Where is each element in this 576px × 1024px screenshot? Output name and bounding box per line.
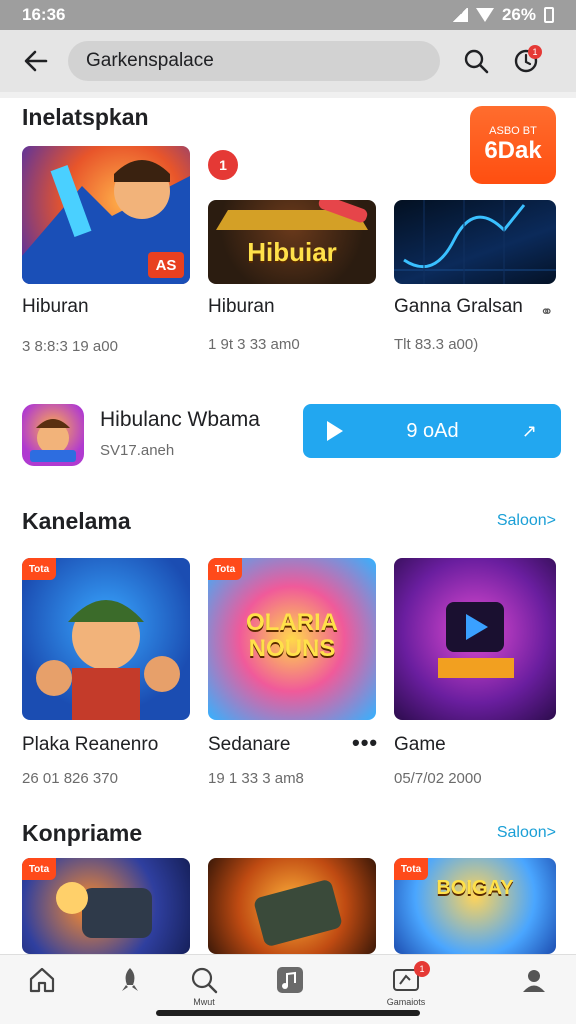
play-icon <box>327 421 343 441</box>
game-card-thumbnail[interactable] <box>394 200 556 284</box>
search-icon <box>191 967 218 994</box>
promo-small-text: ASBO BT <box>489 125 537 137</box>
search-icon <box>464 49 489 74</box>
card-title[interactable]: Hiburan <box>208 296 275 318</box>
wifi-icon <box>475 8 494 22</box>
promo-banner[interactable]: ASBO BT 6Dak <box>470 106 556 184</box>
game-card-thumbnail[interactable]: Tota <box>22 558 190 720</box>
gesture-bar <box>156 1010 420 1016</box>
game-tag: Tota <box>22 558 56 580</box>
character-face-art <box>30 419 76 462</box>
thumbnail-title: BOIGAY <box>436 877 514 899</box>
game-card-thumbnail[interactable]: AS <box>22 146 190 284</box>
battery-percent: 26% <box>501 5 536 24</box>
status-icons: 26% <box>451 5 554 25</box>
neon-graph-art <box>394 200 556 284</box>
nav-label: Gamaiots <box>386 997 426 1007</box>
nav-music[interactable] <box>260 965 320 1013</box>
card-title[interactable]: Sedanare <box>208 734 290 756</box>
card-title[interactable]: Game <box>394 734 446 756</box>
play-button[interactable]: 9 oAd ↗ <box>303 404 561 458</box>
status-time: 16:36 <box>22 5 66 24</box>
game-tag: AS <box>148 252 184 278</box>
game-card-thumbnail[interactable] <box>394 558 556 720</box>
share-icon[interactable]: ⚭ <box>540 302 553 322</box>
card-subtitle: 05/7/02 2000 <box>394 770 482 787</box>
notification-badge: 1 <box>528 45 542 59</box>
video-play-art <box>438 602 514 678</box>
card-title[interactable]: Ganna Gralsan <box>394 296 523 318</box>
nav-label: Mwut <box>193 997 215 1007</box>
thumbnail-title: OLARIA NOUNS <box>246 609 338 662</box>
nav-search[interactable]: Mwut <box>174 965 234 1013</box>
card-subtitle: Tlt 83.3 a00) <box>394 336 479 353</box>
rocket-icon <box>122 968 138 991</box>
status-bar: 16:36 26% <box>0 0 576 30</box>
person-icon <box>523 970 545 992</box>
card-subtitle: 26 01 826 370 <box>22 770 118 787</box>
top-app-bar: Garkenspalace 1 <box>0 30 576 92</box>
game-tag: Tota <box>208 558 242 580</box>
soldier-character-art <box>36 600 180 720</box>
game-card-thumbnail[interactable] <box>208 858 376 954</box>
game-card-thumbnail[interactable]: Tota <box>22 858 190 954</box>
section-title-category: Kanelama <box>22 508 131 534</box>
notification-button[interactable]: 1 <box>504 39 548 83</box>
game-card-thumbnail[interactable]: Tota OLARIA NOUNS <box>208 558 376 720</box>
home-icon <box>29 967 55 993</box>
back-button[interactable] <box>14 39 58 83</box>
nav-home[interactable] <box>12 965 72 1013</box>
section-title-featured: Inelatspkan <box>22 104 149 130</box>
nav-rocket[interactable] <box>100 965 160 1013</box>
more-options-icon[interactable]: ••• <box>352 730 378 756</box>
see-more-link[interactable]: Saloon> <box>497 824 556 842</box>
thumbnail-title: Hibuiar <box>247 237 337 267</box>
new-badge: 1 <box>208 150 238 180</box>
play-button-label: 9 oAd <box>406 419 459 442</box>
divider <box>0 92 576 98</box>
card-title[interactable]: Plaka Reanenro <box>22 734 158 756</box>
music-icon <box>277 967 303 993</box>
share-icon: ↗ <box>521 420 537 441</box>
turret-art <box>254 880 342 946</box>
featured-app-subtitle: SV17.aneh <box>100 442 175 459</box>
card-subtitle: 3 8:8:3 19 a00 <box>22 338 118 355</box>
nav-badge: 1 <box>414 961 430 977</box>
search-input-value: Garkenspalace <box>86 50 214 71</box>
game-card-thumbnail[interactable]: Tota BOIGAY <box>394 858 556 954</box>
card-subtitle: 1 9t 3 33 am0 <box>208 336 300 353</box>
card-subtitle: 19 1 33 3 am8 <box>208 770 304 787</box>
signal-icon <box>451 8 468 22</box>
section-title-category: Konpriame <box>22 820 143 846</box>
nav-games[interactable]: 1 Gamaiots <box>376 961 436 1013</box>
search-input[interactable]: Garkenspalace <box>68 41 440 81</box>
game-tag: Tota <box>22 858 56 880</box>
battery-icon <box>544 7 554 23</box>
search-button[interactable] <box>454 39 498 83</box>
promo-big-text: 6Dak <box>484 137 542 164</box>
see-more-link[interactable]: Saloon> <box>497 512 556 530</box>
game-card-thumbnail[interactable]: Hibuiar <box>208 200 376 284</box>
back-arrow-icon <box>24 50 48 72</box>
nav-profile[interactable] <box>504 965 564 1013</box>
card-title[interactable]: Hiburan <box>22 296 89 318</box>
featured-app-title[interactable]: Hibulanc Wbama <box>100 408 260 432</box>
featured-app-icon[interactable] <box>22 404 84 466</box>
